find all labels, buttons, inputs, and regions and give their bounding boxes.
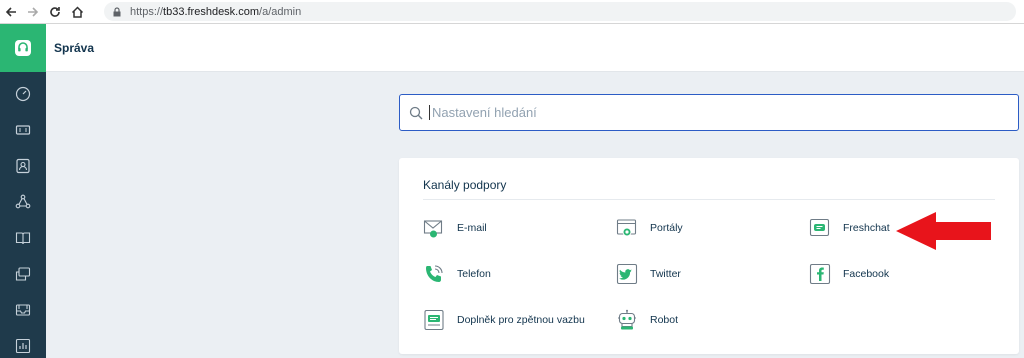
channel-label: Freshchat: [843, 222, 890, 234]
channel-label: Facebook: [843, 268, 890, 280]
portal-icon: [616, 217, 638, 239]
arrow-right-icon[interactable]: [22, 0, 44, 24]
channel-phone[interactable]: Telefon: [423, 263, 491, 285]
channel-email[interactable]: E-mail: [423, 217, 487, 239]
channel-label: E-mail: [457, 222, 487, 234]
channel-robot[interactable]: Robot: [616, 309, 678, 331]
url-scheme: https://: [130, 5, 164, 18]
browser-toolbar: https:// tb33.freshdesk.com /a/admin: [0, 0, 1024, 24]
channel-feedback-widget[interactable]: Doplněk pro zpětnou vazbu: [423, 309, 585, 331]
channel-freshchat[interactable]: Freshchat: [809, 217, 890, 239]
channel-label: Doplněk pro zpětnou vazbu: [457, 314, 585, 326]
feedback-widget-icon: [423, 309, 445, 331]
support-channels-card: Kanály podpory E-mail Portály Freshchat …: [399, 158, 1019, 354]
contacts-icon[interactable]: [0, 148, 46, 184]
reports-icon[interactable]: [0, 328, 46, 358]
dashboard-icon[interactable]: [0, 76, 46, 112]
sidebar: [0, 24, 46, 358]
book-icon[interactable]: [0, 220, 46, 256]
channel-facebook[interactable]: Facebook: [809, 263, 889, 285]
channel-label: Telefon: [457, 268, 491, 280]
phone-icon: [423, 263, 445, 285]
page-title: Správa: [54, 40, 95, 55]
divider: [423, 199, 995, 200]
arrow-left-icon[interactable]: [0, 0, 22, 24]
twitter-icon: [616, 263, 638, 285]
url-path: /a/admin: [259, 5, 302, 18]
red-arrow-icon: [896, 212, 991, 250]
headset-icon[interactable]: [0, 24, 46, 72]
email-icon: [423, 217, 445, 239]
inbox-icon[interactable]: [0, 292, 46, 328]
search-input[interactable]: [429, 105, 989, 120]
address-bar[interactable]: https:// tb33.freshdesk.com /a/admin: [104, 2, 1016, 21]
chat-icon: [809, 217, 831, 239]
facebook-icon: [809, 263, 831, 285]
reload-icon[interactable]: [44, 0, 66, 24]
robot-icon: [616, 309, 638, 331]
page-header: Správa: [46, 24, 1024, 72]
search-icon: [409, 106, 429, 120]
forums-icon[interactable]: [0, 256, 46, 292]
url-host: tb33.freshdesk.com: [163, 5, 260, 18]
channel-label: Portály: [650, 222, 683, 234]
section-title: Kanály podpory: [423, 178, 507, 192]
channel-portal[interactable]: Portály: [616, 217, 683, 239]
ticket-icon[interactable]: [0, 112, 46, 148]
channel-label: Twitter: [650, 268, 681, 280]
home-icon[interactable]: [66, 0, 88, 24]
social-icon[interactable]: [0, 184, 46, 220]
channel-twitter[interactable]: Twitter: [616, 263, 681, 285]
channel-label: Robot: [650, 314, 679, 326]
settings-search[interactable]: [399, 94, 1019, 131]
lock-icon: [112, 6, 122, 17]
